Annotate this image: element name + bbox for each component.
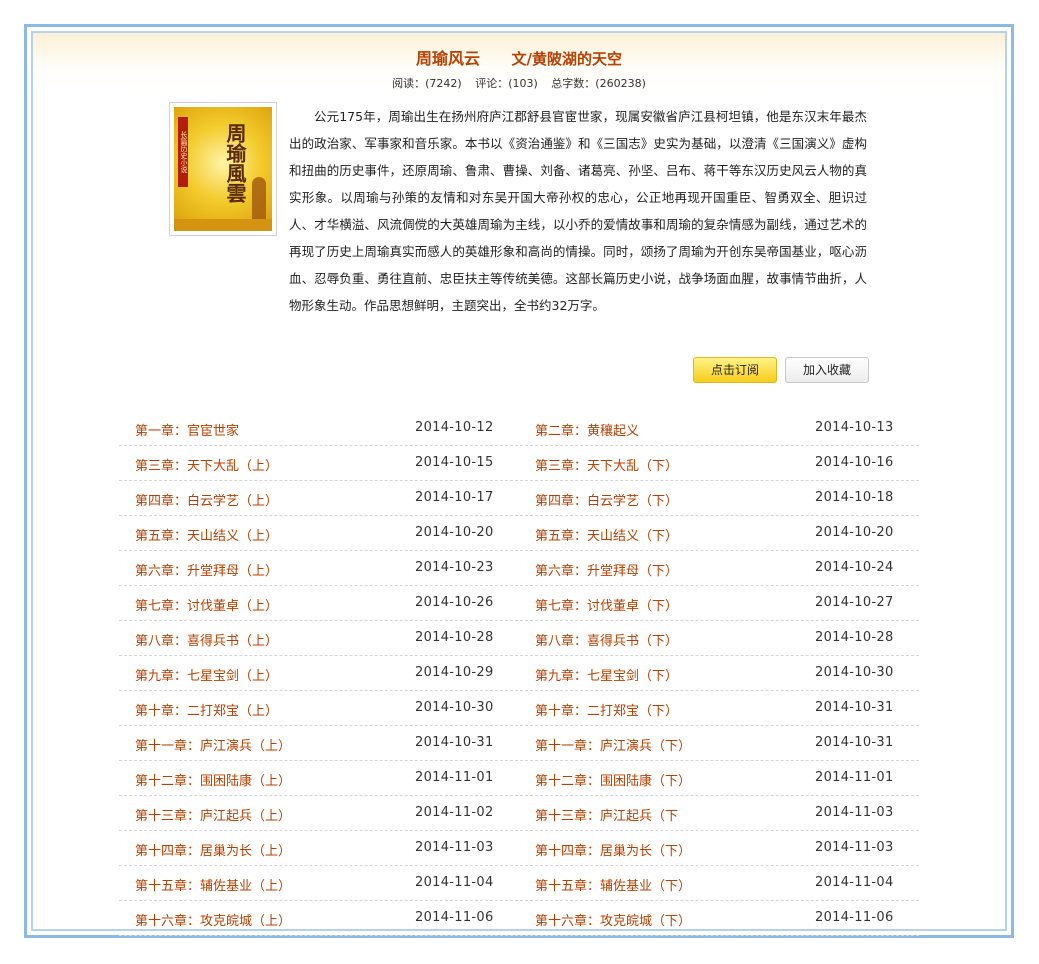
chapter-date-left: 2014-10-20 xyxy=(415,525,494,540)
chapter-link-left[interactable]: 第三章：天下大乱（上） xyxy=(135,455,278,474)
chapter-row: 第十六章：攻克皖城（上） 2014-11-06 第十六章：攻克皖城（下） 2014-1… xyxy=(119,902,919,936)
chapter-link-left[interactable]: 第九章：七星宝剑（上） xyxy=(135,665,278,684)
chapter-row: 第八章：喜得兵书（上） 2014-10-28 第八章：喜得兵书（下） 2014-10-… xyxy=(119,622,919,656)
chapter-date-right: 2014-11-03 xyxy=(815,840,894,855)
chapter-date-right: 2014-10-16 xyxy=(815,455,894,470)
chapter-link-left[interactable]: 第十章：二打郑宝（上） xyxy=(135,700,278,719)
chapter-date-right: 2014-10-27 xyxy=(815,595,894,610)
chapter-date-right: 2014-10-13 xyxy=(815,420,894,435)
book-author[interactable]: 文/黄陂湖的天空 xyxy=(512,50,622,68)
chapter-link-right[interactable]: 第十四章：居巢为长（下） xyxy=(535,840,691,859)
chapter-link-left[interactable]: 第七章：讨伐董卓（上） xyxy=(135,595,278,614)
chapter-link-left[interactable]: 第十三章：庐江起兵（上） xyxy=(135,805,291,824)
chapter-date-right: 2014-11-06 xyxy=(815,910,894,925)
chapter-date-right: 2014-10-24 xyxy=(815,560,894,575)
chapter-row: 第十章：二打郑宝（上） 2014-10-30 第十章：二打郑宝（下） 2014-10-… xyxy=(119,692,919,726)
chapter-date-right: 2014-11-04 xyxy=(815,875,894,890)
chapter-link-left[interactable]: 第八章：喜得兵书（上） xyxy=(135,630,278,649)
chapter-date-left: 2014-10-30 xyxy=(415,700,494,715)
chapter-link-left[interactable]: 第五章：天山结义（上） xyxy=(135,525,278,544)
chapter-date-right: 2014-10-31 xyxy=(815,700,894,715)
chapter-date-right: 2014-10-31 xyxy=(815,735,894,750)
chapter-date-right: 2014-11-03 xyxy=(815,805,894,820)
chapter-link-left[interactable]: 第十四章：居巢为长（上） xyxy=(135,840,291,859)
chapter-link-right[interactable]: 第十一章：庐江演兵（下） xyxy=(535,735,691,754)
chapter-link-right[interactable]: 第五章：天山结义（下） xyxy=(535,525,678,544)
chapter-link-left[interactable]: 第十二章：围困陆康（上） xyxy=(135,770,291,789)
chapter-link-left[interactable]: 第十一章：庐江演兵（上） xyxy=(135,735,291,754)
comment-count: 评论：(103) xyxy=(475,77,538,90)
chapter-date-left: 2014-10-12 xyxy=(415,420,494,435)
chapter-row: 第五章：天山结义（上） 2014-10-20 第五章：天山结义（下） 2014-10-… xyxy=(119,517,919,551)
book-header: 周瑜风云 文/黄陂湖的天空 xyxy=(33,45,1005,69)
chapter-row: 第十三章：庐江起兵（上） 2014-11-02 第十三章：庐江起兵（下 2014-11… xyxy=(119,797,919,831)
cover-title-text: 周瑜風雲 xyxy=(223,123,247,203)
cover-figure-illustration xyxy=(252,177,266,221)
word-count: 总字数：(260238) xyxy=(551,77,646,90)
chapter-link-right[interactable]: 第七章：讨伐董卓（下） xyxy=(535,595,678,614)
book-panel: 周瑜风云 文/黄陂湖的天空 阅读：(7242) 评论：(103) 总字数：(26… xyxy=(31,31,1007,936)
chapter-row: 第十一章：庐江演兵（上） 2014-10-31 第十一章：庐江演兵（下） 2014-1… xyxy=(119,727,919,761)
chapter-date-left: 2014-11-03 xyxy=(415,840,494,855)
chapter-date-right: 2014-11-01 xyxy=(815,770,894,785)
chapter-link-right[interactable]: 第九章：七星宝剑（下） xyxy=(535,665,678,684)
chapter-row: 第十四章：居巢为长（上） 2014-11-03 第十四章：居巢为长（下） 2014-1… xyxy=(119,832,919,866)
read-count: 阅读：(7242) xyxy=(392,77,462,90)
chapter-row: 第三章：天下大乱（上） 2014-10-15 第三章：天下大乱（下） 2014-10-… xyxy=(119,447,919,481)
chapter-date-left: 2014-11-04 xyxy=(415,875,494,890)
chapter-row: 第七章：讨伐董卓（上） 2014-10-26 第七章：讨伐董卓（下） 2014-10-… xyxy=(119,587,919,621)
chapter-date-left: 2014-10-23 xyxy=(415,560,494,575)
chapter-link-left[interactable]: 第十五章：辅佐基业（上） xyxy=(135,875,291,894)
chapter-row: 第十二章：围困陆康（上） 2014-11-01 第十二章：围困陆康（下） 2014-1… xyxy=(119,762,919,796)
chapter-date-left: 2014-10-31 xyxy=(415,735,494,750)
book-cover-image[interactable]: 长篇历史小说 周瑜風雲 xyxy=(169,102,277,236)
chapter-row: 第六章：升堂拜母（上） 2014-10-23 第六章：升堂拜母（下） 2014-10-… xyxy=(119,552,919,586)
subscribe-button[interactable]: 点击订阅 xyxy=(693,357,777,383)
chapter-date-right: 2014-10-30 xyxy=(815,665,894,680)
chapter-link-right[interactable]: 第十三章：庐江起兵（下 xyxy=(535,805,678,824)
add-favorite-button[interactable]: 加入收藏 xyxy=(785,357,869,383)
book-description: 公元175年，周瑜出生在扬州府庐江郡舒县官宦世家，现属安徽省庐江县柯坦镇，他是东… xyxy=(289,109,867,313)
chapter-link-left[interactable]: 第十六章：攻克皖城（上） xyxy=(135,910,291,929)
chapter-row: 第十五章：辅佐基业（上） 2014-11-04 第十五章：辅佐基业（下） 2014-1… xyxy=(119,867,919,901)
chapter-row: 第九章：七星宝剑（上） 2014-10-29 第九章：七星宝剑（下） 2014-10-… xyxy=(119,657,919,691)
chapter-date-left: 2014-10-15 xyxy=(415,455,494,470)
chapter-date-left: 2014-10-26 xyxy=(415,595,494,610)
chapter-list: 第一章：官宦世家 2014-10-12 第二章：黄穰起义 2014-10-13 第三章：… xyxy=(119,412,919,937)
chapter-date-right: 2014-10-28 xyxy=(815,630,894,645)
chapter-link-right[interactable]: 第十五章：辅佐基业（下） xyxy=(535,875,691,894)
chapter-link-right[interactable]: 第十二章：围困陆康（下） xyxy=(535,770,691,789)
chapter-link-right[interactable]: 第三章：天下大乱（下） xyxy=(535,455,678,474)
book-title[interactable]: 周瑜风云 xyxy=(416,49,480,68)
chapter-row: 第一章：官宦世家 2014-10-12 第二章：黄穰起义 2014-10-13 xyxy=(119,412,919,446)
chapter-date-left: 2014-11-02 xyxy=(415,805,494,820)
cover-artwork: 长篇历史小说 周瑜風雲 xyxy=(174,107,272,231)
chapter-date-right: 2014-10-18 xyxy=(815,490,894,505)
book-stats: 阅读：(7242) 评论：(103) 总字数：(260238) xyxy=(33,75,1005,91)
chapter-date-left: 2014-11-06 xyxy=(415,910,494,925)
chapter-link-left[interactable]: 第一章：官宦世家 xyxy=(135,420,239,439)
chapter-link-right[interactable]: 第四章：白云学艺（下） xyxy=(535,490,678,509)
cover-base-band xyxy=(174,219,272,231)
cover-strip-text: 长篇历史小说 xyxy=(178,117,188,187)
chapter-link-right[interactable]: 第十六章：攻克皖城（下） xyxy=(535,910,691,929)
chapter-link-right[interactable]: 第六章：升堂拜母（下） xyxy=(535,560,678,579)
chapter-link-right[interactable]: 第八章：喜得兵书（下） xyxy=(535,630,678,649)
chapter-date-left: 2014-10-17 xyxy=(415,490,494,505)
chapter-link-left[interactable]: 第四章：白云学艺（上） xyxy=(135,490,278,509)
book-panel-outer-frame: 周瑜风云 文/黄陂湖的天空 阅读：(7242) 评论：(103) 总字数：(26… xyxy=(24,24,1014,938)
chapter-row: 第四章：白云学艺（上） 2014-10-17 第四章：白云学艺（下） 2014-10-… xyxy=(119,482,919,516)
chapter-date-left: 2014-11-01 xyxy=(415,770,494,785)
chapter-date-right: 2014-10-20 xyxy=(815,525,894,540)
chapter-link-right[interactable]: 第二章：黄穰起义 xyxy=(535,420,639,439)
chapter-date-left: 2014-10-28 xyxy=(415,630,494,645)
chapter-link-left[interactable]: 第六章：升堂拜母（上） xyxy=(135,560,278,579)
chapter-date-left: 2014-10-29 xyxy=(415,665,494,680)
chapter-link-right[interactable]: 第十章：二打郑宝（下） xyxy=(535,700,678,719)
